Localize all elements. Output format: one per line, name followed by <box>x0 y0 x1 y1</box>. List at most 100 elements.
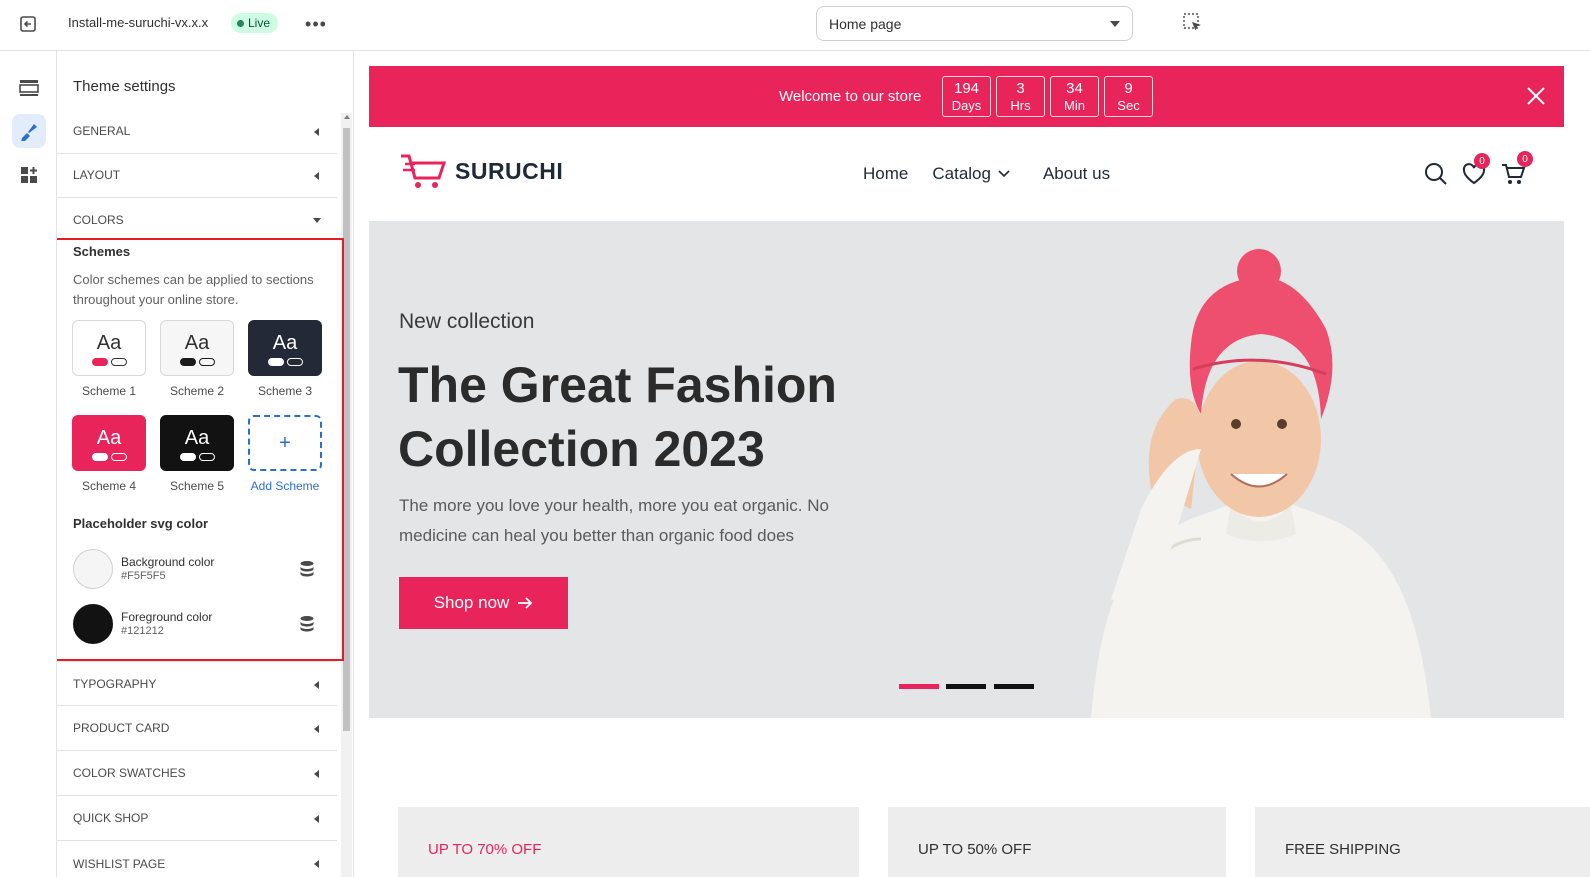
page-select[interactable]: Home page <box>816 6 1133 41</box>
slide-dot-3[interactable] <box>994 684 1034 689</box>
scheme-name: Scheme 3 <box>257 384 313 398</box>
foreground-color-picker[interactable]: Foreground color #121212 <box>73 604 323 646</box>
caret-left-icon <box>314 681 319 689</box>
promo-banner-1[interactable]: UP TO 70% OFF <box>398 807 859 877</box>
scheme-1-card[interactable]: Aa Scheme 1 <box>72 320 146 398</box>
nav-catalog[interactable]: Catalog <box>932 164 1011 184</box>
background-color-swatch[interactable] <box>73 549 113 589</box>
section-color-swatches[interactable]: COLOR SWATCHES <box>57 751 337 796</box>
countdown-minutes: 34 Min <box>1050 76 1099 117</box>
countdown-hours: 3 Hrs <box>996 76 1045 117</box>
editor-rail <box>0 51 57 877</box>
scheme-name: Scheme 4 <box>81 479 137 493</box>
close-icon[interactable] <box>1526 86 1546 106</box>
store-logo[interactable]: SURUCHI <box>399 152 563 190</box>
database-icon[interactable] <box>299 615 315 633</box>
theme-settings-panel: Theme settings GENERAL LAYOUT COLORS Sch… <box>57 51 354 877</box>
section-typography[interactable]: TYPOGRAPHY <box>57 661 337 706</box>
live-badge: Live <box>231 13 279 33</box>
scheme-2-card[interactable]: Aa Scheme 2 <box>160 320 234 398</box>
promo-text: UP TO 50% OFF <box>918 841 1032 858</box>
section-label: TYPOGRAPHY <box>73 676 157 691</box>
foreground-color-label: Foreground color <box>121 610 213 624</box>
live-label: Live <box>248 16 271 30</box>
add-scheme-button[interactable]: + Add Scheme <box>248 415 322 493</box>
nav-catalog-label: Catalog <box>932 164 991 183</box>
scheme-pill-solid <box>179 358 196 366</box>
scheme-pill-outline <box>198 358 215 366</box>
scheme-aa: Aa <box>184 427 210 449</box>
scheme-aa: Aa <box>96 427 122 449</box>
placeholder-svg-color-label: Placeholder svg color <box>73 516 209 531</box>
caret-left-icon <box>314 172 319 180</box>
caret-left-icon <box>314 860 319 868</box>
scheme-swatch: Aa <box>72 320 146 376</box>
page-select-value: Home page <box>829 15 902 32</box>
scheme-pill-outline <box>286 358 303 366</box>
schemes-description: Color schemes can be applied to sections… <box>73 272 314 307</box>
scrollbar-thumb[interactable] <box>343 128 350 731</box>
inspector-icon[interactable] <box>1182 12 1206 36</box>
announcement-bar: Welcome to our store 194 Days 3 Hrs 34 Min … <box>369 66 1564 127</box>
scheme-name: Scheme 1 <box>81 384 137 398</box>
caret-down-icon <box>313 218 321 223</box>
section-layout[interactable]: LAYOUT <box>57 153 337 198</box>
scheme-5-card[interactable]: Aa Scheme 5 <box>160 415 234 493</box>
background-color-picker[interactable]: Background color #F5F5F5 <box>73 549 323 591</box>
nav-about-us[interactable]: About us <box>1043 164 1110 184</box>
section-product-card[interactable]: PRODUCT CARD <box>57 706 337 751</box>
slide-dot-1[interactable] <box>899 684 939 689</box>
scheme-swatch: Aa <box>160 415 234 471</box>
scheme-4-card[interactable]: Aa Scheme 4 <box>72 415 146 493</box>
countdown-num: 3 <box>1016 80 1025 97</box>
sections-icon[interactable] <box>12 71 46 105</box>
countdown-unit: Days <box>951 98 982 113</box>
announcement-text: Welcome to our store <box>779 88 922 105</box>
promo-banner-3[interactable]: FREE SHIPPING <box>1255 807 1590 877</box>
theme-name: Install-me-suruchi-vx.x.x <box>68 15 209 30</box>
editor-topbar: Install-me-suruchi-vx.x.x Live ••• Home … <box>0 0 1590 51</box>
hero-slideshow: New collection The Great Fashion Collect… <box>369 221 1564 718</box>
background-color-label: Background color <box>121 555 215 569</box>
scheme-pill-outline <box>110 358 127 366</box>
section-label: LAYOUT <box>73 168 121 182</box>
scheme-swatch: Aa <box>248 320 322 376</box>
section-wishlist-page[interactable]: WISHLIST PAGE <box>57 841 337 877</box>
apps-icon[interactable] <box>12 158 46 192</box>
countdown-unit: Hrs <box>1010 98 1031 113</box>
section-label: QUICK SHOP <box>73 811 149 825</box>
slide-dot-2[interactable] <box>946 684 986 689</box>
search-icon[interactable] <box>1423 161 1449 187</box>
cart-count-badge: 0 <box>1517 151 1533 167</box>
theme-settings-icon[interactable] <box>12 114 46 148</box>
section-colors[interactable]: COLORS <box>57 197 337 242</box>
countdown-num: 194 <box>953 80 980 97</box>
scheme-3-card[interactable]: Aa Scheme 3 <box>248 320 322 398</box>
caret-left-icon <box>314 815 319 823</box>
scheme-aa: Aa <box>96 332 122 354</box>
shop-now-button[interactable]: Shop now <box>399 577 568 629</box>
scheme-name: Scheme 5 <box>169 479 225 493</box>
more-actions-button[interactable]: ••• <box>303 12 329 36</box>
scheme-pill-solid <box>267 358 284 366</box>
section-general[interactable]: GENERAL <box>57 109 337 154</box>
section-label: WISHLIST PAGE <box>73 856 166 871</box>
exit-icon[interactable] <box>16 12 40 36</box>
scroll-up-icon[interactable] <box>344 115 350 119</box>
scheme-swatch: Aa <box>72 415 146 471</box>
section-quick-shop[interactable]: QUICK SHOP <box>57 796 337 841</box>
foreground-color-swatch[interactable] <box>73 604 113 644</box>
nav-home[interactable]: Home <box>863 164 908 184</box>
hero-model-image <box>1091 249 1431 718</box>
scheme-aa: Aa <box>272 332 298 354</box>
wishlist-count-badge: 0 <box>1474 153 1490 169</box>
promo-banner-2[interactable]: UP TO 50% OFF <box>888 807 1226 877</box>
countdown-num: 9 <box>1124 80 1133 97</box>
promo-text: UP TO 70% OFF <box>428 841 542 858</box>
store-preview: Welcome to our store 194 Days 3 Hrs 34 Min … <box>354 51 1590 877</box>
logo-text: SURUCHI <box>455 157 564 184</box>
database-icon[interactable] <box>299 560 315 578</box>
caret-left-icon <box>314 770 319 778</box>
section-label: COLORS <box>73 212 124 227</box>
chevron-down-icon <box>1110 21 1120 27</box>
